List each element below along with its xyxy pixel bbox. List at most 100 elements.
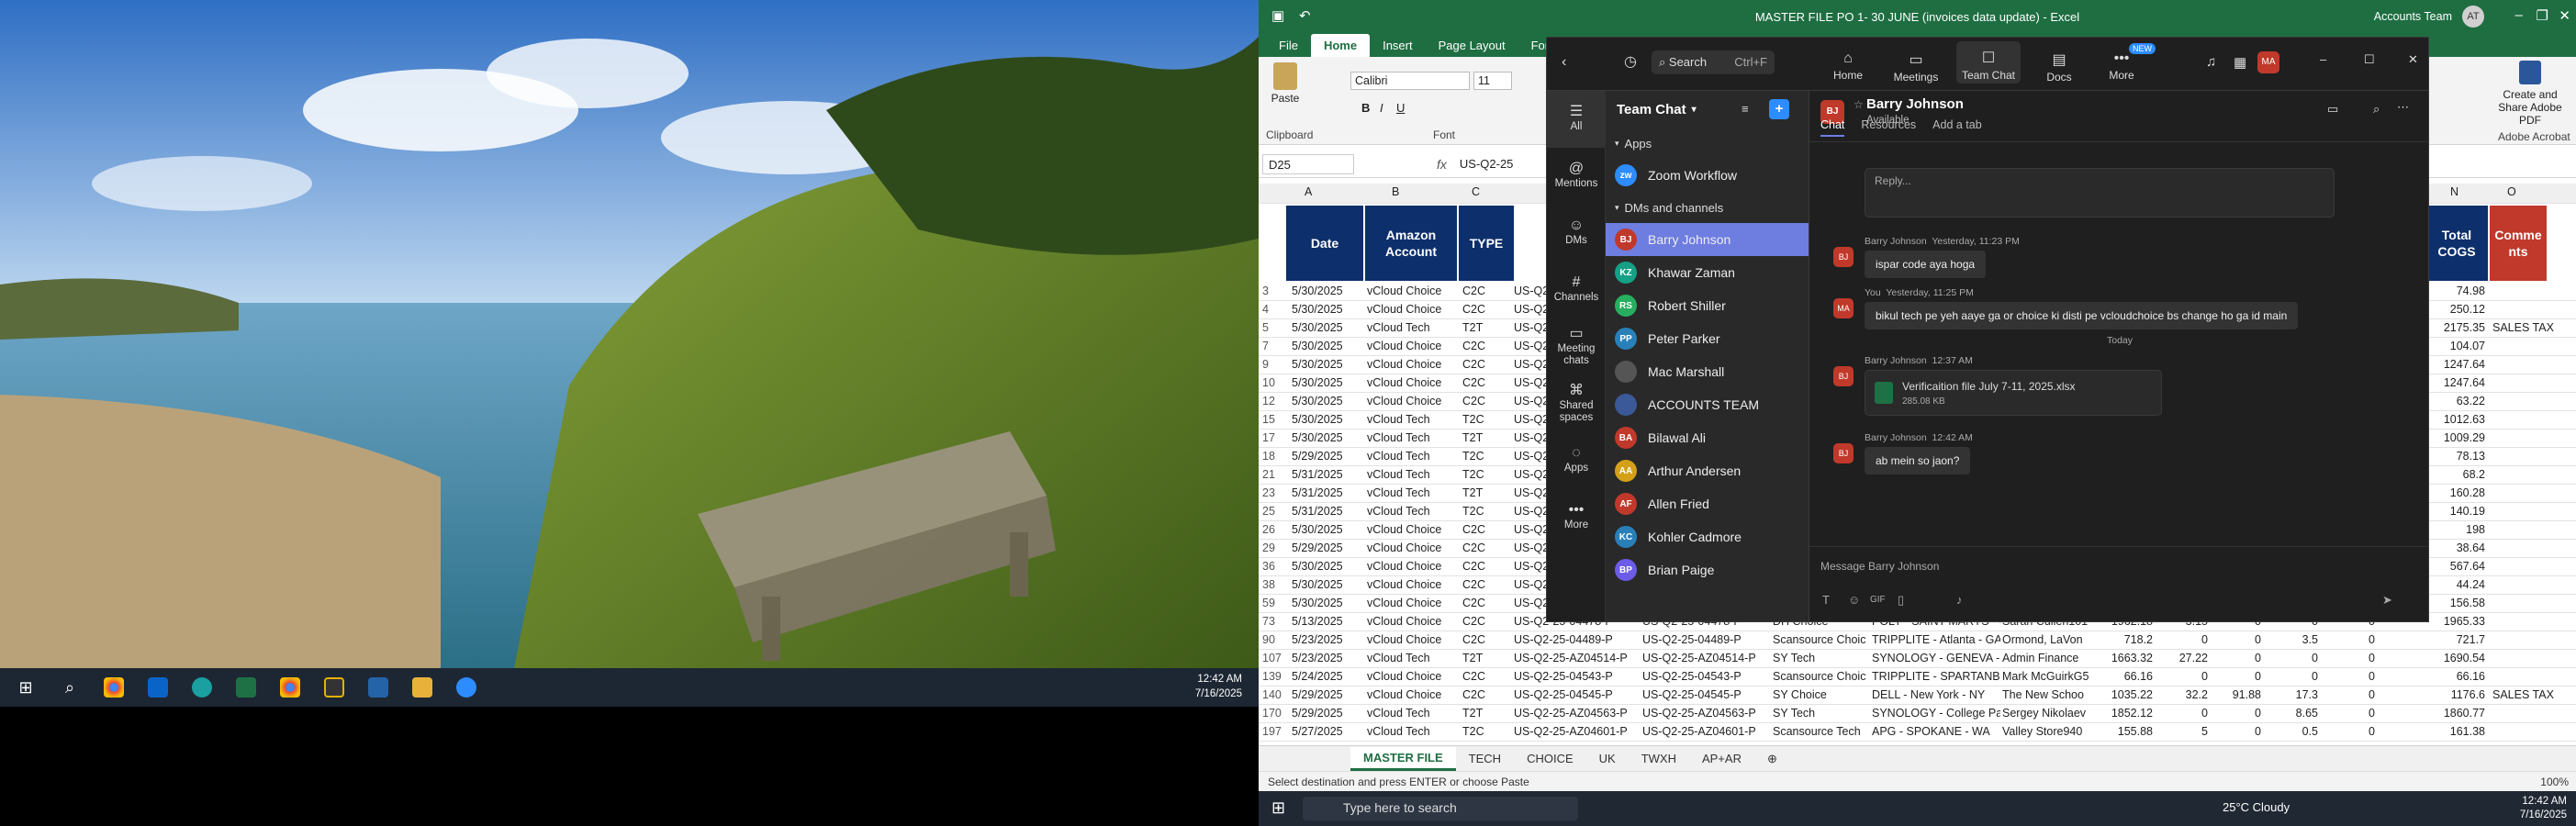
cell-cogs[interactable]: 160.28: [2426, 486, 2485, 499]
cell-type[interactable]: C2C: [1462, 340, 1510, 352]
gif-button[interactable]: GIF: [1870, 595, 1886, 605]
cell-h[interactable]: Valley Store940: [2002, 725, 2094, 738]
cell-type[interactable]: C2C: [1462, 578, 1510, 591]
cell-r[interactable]: 170: [1262, 707, 1284, 720]
cell-j[interactable]: 0: [2155, 707, 2208, 720]
cell-acct[interactable]: vCloud Choice: [1367, 340, 1459, 352]
chrome-icon[interactable]: [95, 672, 132, 703]
create-pdf-button[interactable]: Create and Share Adobe PDF: [2489, 61, 2571, 127]
cell-acct[interactable]: vCloud Tech: [1367, 431, 1459, 444]
user-avatar[interactable]: MA: [2257, 51, 2279, 73]
zoom-icon[interactable]: [448, 672, 485, 703]
cell-date[interactable]: 5/30/2025: [1292, 340, 1365, 352]
sheet-tab-tech[interactable]: TECH: [1456, 748, 1514, 769]
cell-cogs[interactable]: 1176.6: [2426, 688, 2485, 701]
filter-icon[interactable]: ≡: [1742, 102, 1749, 116]
maximize-icon[interactable]: ❐: [2537, 7, 2548, 24]
mic-icon[interactable]: ♪: [1956, 593, 1963, 607]
cell-id[interactable]: US-Q2-25-04543-P: [1514, 670, 1642, 683]
header-amazon-account[interactable]: Amazon Account: [1365, 206, 1457, 281]
cell-acct[interactable]: vCloud Choice: [1367, 615, 1459, 628]
cell-date[interactable]: 5/27/2025: [1292, 725, 1365, 738]
dms-section-header[interactable]: ▾ DMs and channels: [1606, 192, 1809, 223]
cell-acct[interactable]: vCloud Choice: [1367, 285, 1459, 297]
cell-r[interactable]: 5: [1262, 321, 1282, 334]
msg-text[interactable]: ab mein so jaon?: [1865, 447, 1971, 474]
contact-item[interactable]: AF Allen Fried: [1606, 487, 1809, 520]
cell-g[interactable]: APG - SPOKANE - WA: [1872, 725, 2000, 738]
account-avatar[interactable]: AT: [2462, 6, 2484, 28]
cell-r[interactable]: 59: [1262, 597, 1282, 609]
cell-id2[interactable]: US-Q2-25-AZ04514-P: [1642, 652, 1769, 664]
cell-r[interactable]: 73: [1262, 615, 1284, 628]
cell-acct[interactable]: vCloud Choice: [1367, 395, 1459, 407]
cell-r[interactable]: 17: [1262, 431, 1282, 444]
cell-cogs[interactable]: 78.13: [2426, 450, 2485, 463]
cell-g[interactable]: TRIPPLITE - Atlanta - GA: [1872, 633, 2000, 646]
cell-date[interactable]: 5/30/2025: [1292, 523, 1365, 536]
cell-r[interactable]: 26: [1262, 523, 1282, 536]
cell-acct[interactable]: vCloud Tech: [1367, 505, 1459, 518]
bold-button[interactable]: B: [1361, 101, 1370, 115]
cell-date[interactable]: 5/30/2025: [1292, 285, 1365, 297]
message-composer[interactable]: Message Barry Johnson T ☺ GIF ▯ ♪ ➤: [1809, 546, 2428, 621]
table-row[interactable]: 139 5/24/2025 vCloud Choice C2C US-Q2-25-045…: [1259, 668, 2576, 686]
cell-r[interactable]: 107: [1262, 652, 1284, 664]
cell-date[interactable]: 5/29/2025: [1292, 541, 1365, 554]
cell-date[interactable]: 5/24/2025: [1292, 670, 1365, 683]
paste-button[interactable]: Paste: [1268, 62, 1303, 105]
cell-date[interactable]: 5/30/2025: [1292, 321, 1365, 334]
cell-cogs[interactable]: 567.64: [2426, 560, 2485, 573]
cell-type[interactable]: C2C: [1462, 615, 1510, 628]
nav-team-chat[interactable]: ☐ Team Chat: [1956, 41, 2021, 84]
tab-resources[interactable]: Resources: [1861, 118, 1916, 137]
cell-g[interactable]: SYNOLOGY - College Park - MD: [1872, 707, 2000, 720]
star-icon[interactable]: ☆: [1854, 98, 1864, 111]
cell-cogs[interactable]: 63.22: [2426, 395, 2485, 407]
cell-k[interactable]: 0: [2210, 725, 2261, 738]
cell-r[interactable]: 15: [1262, 413, 1282, 426]
cell-type[interactable]: T2C: [1462, 413, 1510, 426]
cell-id2[interactable]: US-Q2-25-AZ04563-P: [1642, 707, 1769, 720]
contact-item[interactable]: Mac Marshall: [1606, 355, 1809, 388]
cell-date[interactable]: 5/31/2025: [1292, 486, 1365, 499]
cell-r[interactable]: 9: [1262, 358, 1282, 371]
cell-id[interactable]: US-Q2-25-AZ04514-P: [1514, 652, 1642, 664]
nav-more[interactable]: ••• More: [2094, 50, 2149, 82]
cell-acct[interactable]: vCloud Choice: [1367, 376, 1459, 389]
contact-item[interactable]: BP Brian Paige: [1606, 553, 1809, 586]
cell-type[interactable]: T2T: [1462, 431, 1510, 444]
windows-start-icon-2[interactable]: ⊞: [1271, 798, 1285, 818]
minimize-icon[interactable]: –: [2515, 7, 2523, 23]
zoom-level[interactable]: 100%: [2540, 776, 2569, 788]
cell-r[interactable]: 3: [1262, 285, 1282, 297]
more-options-icon[interactable]: ⋯: [2397, 100, 2409, 115]
rail-more[interactable]: ••• More: [1547, 489, 1606, 546]
cell-r[interactable]: 4: [1262, 303, 1282, 316]
cell-cogs[interactable]: 140.19: [2426, 505, 2485, 518]
cell-l[interactable]: 17.3: [2263, 688, 2318, 701]
cell-h[interactable]: Ormond, LaVon: [2002, 633, 2094, 646]
cell-acct[interactable]: vCloud Tech: [1367, 725, 1459, 738]
maximize-icon-teams[interactable]: ☐: [2364, 52, 2375, 67]
cell-type[interactable]: C2C: [1462, 358, 1510, 371]
cell-type[interactable]: C2C: [1462, 597, 1510, 609]
cell-type[interactable]: T2T: [1462, 321, 1510, 334]
table-row[interactable]: 90 5/23/2025 vCloud Choice C2C US-Q2-25-0448…: [1259, 631, 2576, 650]
cell-r[interactable]: 197: [1262, 725, 1284, 738]
tab-page-layout[interactable]: Page Layout: [1426, 34, 1518, 57]
cell-i[interactable]: 1035.22: [2096, 688, 2153, 701]
cell-cogs[interactable]: 1009.29: [2426, 431, 2485, 444]
col-n[interactable]: N: [2450, 185, 2458, 198]
header-comments[interactable]: Comme nts: [2490, 206, 2547, 281]
cell-f[interactable]: SY Tech: [1773, 707, 1870, 720]
cell-id[interactable]: US-Q2-25-AZ04601-P: [1514, 725, 1642, 738]
cell-date[interactable]: 5/30/2025: [1292, 395, 1365, 407]
cell-r[interactable]: 25: [1262, 505, 1282, 518]
cell-r[interactable]: 90: [1262, 633, 1284, 646]
col-b[interactable]: B: [1392, 185, 1399, 198]
history-icon[interactable]: ◷: [1624, 52, 1637, 71]
msg-text[interactable]: bikul tech pe yeh aaye ga or choice ki d…: [1865, 302, 2299, 329]
cell-f[interactable]: SY Tech: [1773, 652, 1870, 664]
cell-cogs[interactable]: 1965.33: [2426, 615, 2485, 628]
